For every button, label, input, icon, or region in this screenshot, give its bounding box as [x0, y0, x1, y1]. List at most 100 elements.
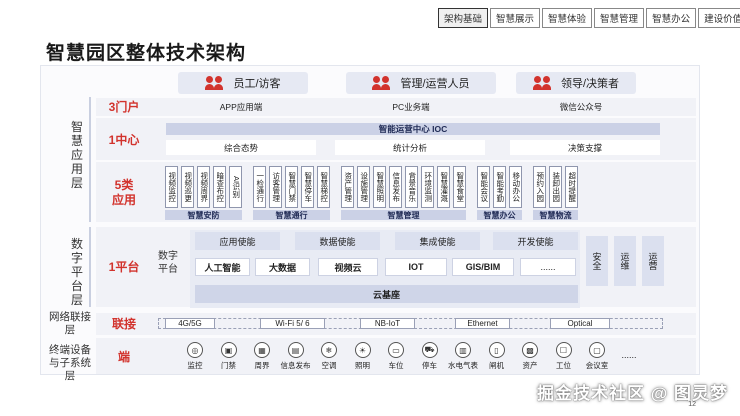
- user-pill-staff: 员工/访客: [178, 72, 308, 94]
- terminal-label: 车位: [388, 361, 404, 370]
- net-wifi: Wi-Fi 5/ 6: [260, 318, 325, 329]
- enabler-data: 数据使能: [295, 232, 380, 250]
- watermark: 掘金技术社区 @ 图灵梦: [536, 384, 728, 403]
- app-item: 视频监控: [165, 166, 178, 208]
- page-title: 智慧园区整体技术架构: [46, 43, 247, 64]
- portal-pc: PC业务端: [392, 102, 430, 112]
- users-icon: [372, 76, 392, 90]
- net-ethernet: Ethernet: [455, 318, 510, 329]
- device-icon: ▢: [589, 342, 605, 358]
- app-group-label: 智慧通行: [253, 210, 330, 220]
- service-bigdata: 大数据: [255, 258, 310, 276]
- center-decision: 决策支撑: [510, 140, 660, 155]
- terminal-label: 水电气表: [448, 361, 478, 370]
- app-group-label: 智慧管理: [341, 210, 466, 220]
- app-item: 背景音乐: [405, 166, 418, 208]
- terminal-label: 信息发布: [280, 361, 311, 370]
- divider: [89, 227, 91, 307]
- app-item: 智慧门禁: [285, 166, 298, 208]
- portal-label: 3门户: [108, 100, 140, 114]
- group-label-digital-platform: 数字平台层: [70, 237, 83, 307]
- top-nav: 架构基础 智慧展示 智慧体验 智慧管理 智慧办公 建设价值: [438, 8, 740, 28]
- center-statistics: 统计分析: [335, 140, 485, 155]
- terminal-item: ▣ 门禁: [212, 342, 246, 371]
- device-icon: ▥: [455, 342, 471, 358]
- terminal-label: 照明: [355, 361, 370, 370]
- app-item: 超时提醒: [565, 166, 578, 208]
- terminal-label: 周界: [254, 361, 270, 370]
- terminal-item: ▥ 水电气表: [446, 342, 480, 371]
- app-group-label: 智慧安防: [165, 210, 242, 220]
- terminal-label: 停车: [422, 361, 437, 370]
- user-label: 管理/运营人员: [400, 78, 470, 90]
- net-4g5g: 4G/5G: [165, 318, 215, 329]
- app-item: 智能考勤: [493, 166, 506, 208]
- enabler-dev: 开发使能: [493, 232, 578, 250]
- device-icon: ▩: [522, 342, 538, 358]
- terminal-label: 端: [117, 350, 130, 364]
- terminal-item: ▭ 车位: [379, 342, 413, 371]
- app-item: 智慧照明: [373, 166, 386, 208]
- ioc-bar: 智能运营中心 IOC: [166, 123, 660, 135]
- platform-label: 1平台: [108, 260, 140, 274]
- portal-wechat: 微信公众号: [559, 102, 603, 112]
- center-label: 1中心: [108, 133, 140, 147]
- device-icon: ▭: [388, 342, 404, 358]
- service-iot: IOT: [385, 258, 447, 276]
- group-label-network: 网络联接层: [49, 311, 91, 336]
- platform-name: 数字 平台: [158, 251, 178, 275]
- service-videocloud: 视频云: [318, 258, 378, 276]
- side-operation: 运营: [642, 236, 664, 286]
- app-item: 预约入园: [533, 166, 546, 208]
- cloud-base: 云基座: [195, 285, 578, 303]
- terminal-item: ☐ 工位: [547, 342, 581, 371]
- app-item: 视频周界: [197, 166, 210, 208]
- device-icon: ▣: [220, 342, 237, 358]
- terminal-item: ❄ 空调: [312, 342, 346, 371]
- nav-tab-value[interactable]: 建设价值: [698, 8, 740, 28]
- nav-tab-architecture[interactable]: 架构基础: [438, 8, 489, 28]
- user-pill-manager: 管理/运营人员: [346, 72, 496, 94]
- service-more: ......: [520, 258, 576, 276]
- app-item: 移动办公: [509, 166, 522, 208]
- terminal-label: 会议室: [585, 361, 609, 370]
- app-item: 暗查布控: [213, 166, 226, 208]
- user-pill-leader: 领导/决策者: [516, 72, 636, 94]
- app-item: 环境监测: [421, 166, 434, 208]
- app-item: 智慧停车: [301, 166, 314, 208]
- portal-app: APP应用端: [219, 102, 263, 112]
- terminal-more: ......: [621, 350, 637, 360]
- terminal-label: 空调: [321, 361, 337, 370]
- device-icon: ☐: [555, 342, 572, 358]
- app-item: 视频巡更: [181, 166, 194, 208]
- nav-tab-management[interactable]: 智慧管理: [594, 8, 645, 28]
- apps-label: 5类 应用: [111, 178, 136, 207]
- terminal-label: 门禁: [221, 361, 236, 370]
- nav-tab-office[interactable]: 智慧办公: [646, 8, 697, 28]
- terminal-item: ⛟ 停车: [413, 342, 447, 371]
- center-situation: 综合态势: [166, 140, 316, 155]
- terminal-item: ◎ 监控: [178, 342, 212, 371]
- users-icon: [532, 76, 553, 90]
- app-item: 装卸出园: [549, 166, 562, 208]
- net-optical: Optical: [550, 318, 610, 329]
- terminal-item: ▢ 会议室: [580, 342, 614, 371]
- device-icon: ▤: [287, 342, 304, 358]
- side-ops: 运维: [614, 236, 636, 286]
- terminal-label: 监控: [187, 361, 203, 370]
- nav-tab-display[interactable]: 智慧展示: [490, 8, 541, 28]
- terminal-label: 闸机: [489, 361, 504, 370]
- app-item: AI识别: [229, 166, 242, 208]
- net-nbiot: NB-IoT: [360, 318, 415, 329]
- terminal-item: ☀ 照明: [346, 342, 380, 371]
- terminal-item: ▩ 资产: [513, 342, 547, 371]
- terminal-label: 工位: [556, 361, 571, 370]
- user-label: 领导/决策者: [560, 78, 620, 90]
- app-item: 设施管理: [357, 166, 370, 208]
- app-item: 一检通行: [253, 166, 266, 208]
- service-ai: 人工智能: [195, 258, 250, 276]
- app-item: 智慧灌溉: [437, 166, 450, 208]
- user-label: 员工/访客: [233, 78, 281, 90]
- app-item: 信息发布: [389, 166, 402, 208]
- nav-tab-experience[interactable]: 智慧体验: [542, 8, 593, 28]
